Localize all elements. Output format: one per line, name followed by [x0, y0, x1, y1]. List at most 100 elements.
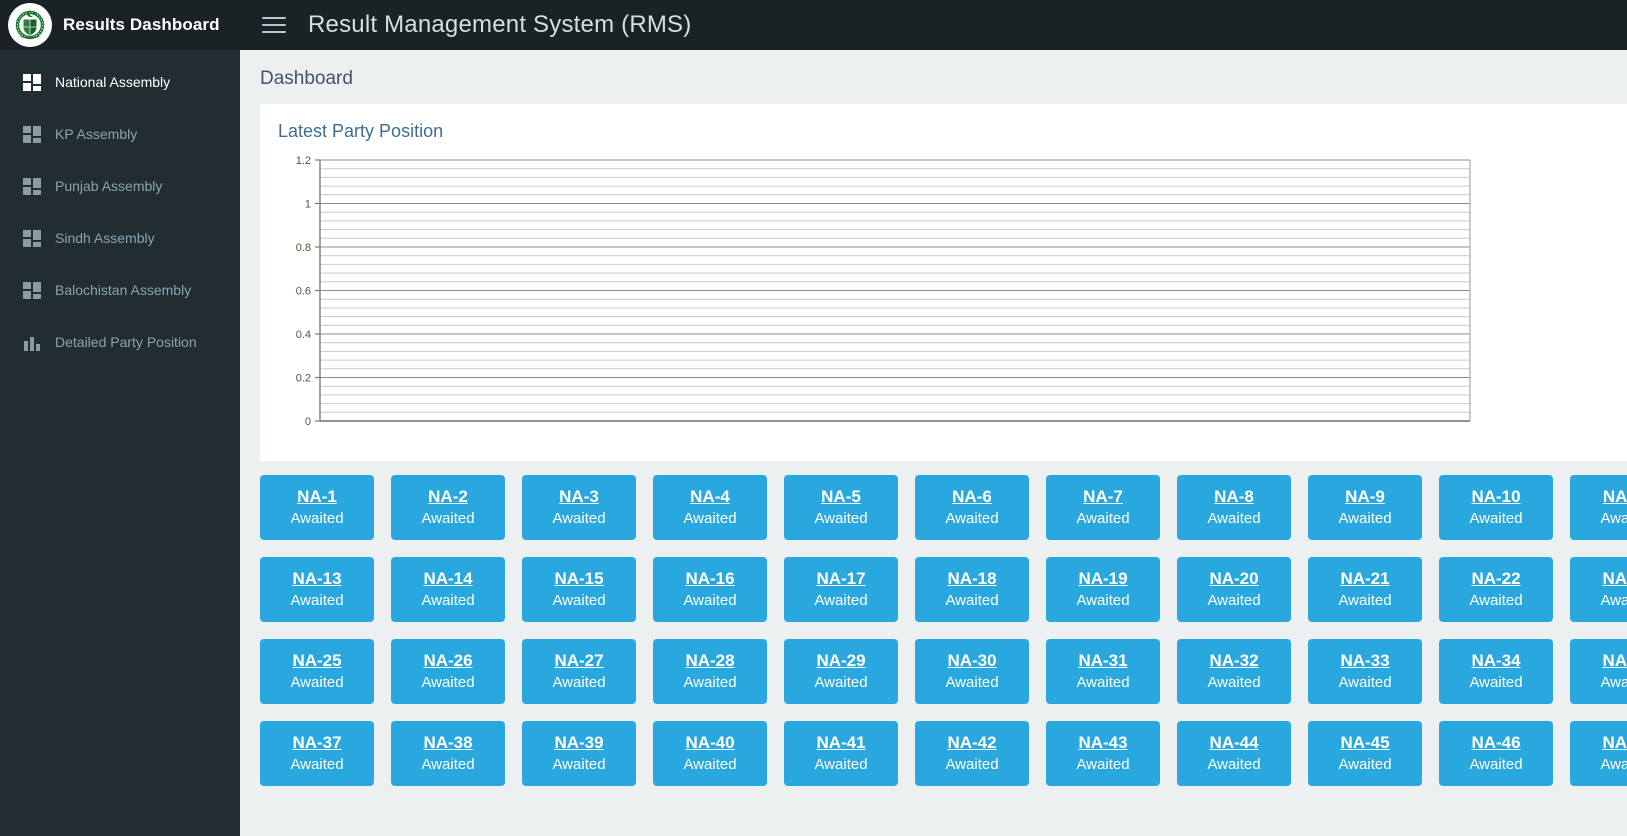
constituency-code-link[interactable]: NA-26 [423, 650, 472, 673]
constituency-card[interactable]: NA-17 Awaited [784, 557, 898, 622]
constituency-card[interactable]: NA-28 Awaited [653, 639, 767, 704]
constituency-card[interactable]: NA-43 Awaited [1046, 721, 1160, 786]
constituency-code-link[interactable]: NA-41 [816, 732, 865, 755]
constituency-card[interactable]: NA-29 Awaited [784, 639, 898, 704]
constituency-code-link[interactable]: NA-39 [554, 732, 603, 755]
constituency-code-link[interactable]: NA-23 [1602, 568, 1627, 591]
constituency-card[interactable]: NA-3 Awaited [522, 475, 636, 540]
constituency-code-link[interactable]: NA-3 [559, 486, 599, 509]
constituency-code-link[interactable]: NA-11 [1603, 486, 1627, 509]
constituency-card[interactable]: NA-1 Awaited [260, 475, 374, 540]
constituency-code-link[interactable]: NA-33 [1340, 650, 1389, 673]
constituency-code-link[interactable]: NA-30 [947, 650, 996, 673]
constituency-card[interactable]: NA-25 Awaited [260, 639, 374, 704]
constituency-code-link[interactable]: NA-16 [685, 568, 734, 591]
constituency-card[interactable]: NA-20 Awaited [1177, 557, 1291, 622]
constituency-card[interactable]: NA-44 Awaited [1177, 721, 1291, 786]
constituency-card[interactable]: NA-33 Awaited [1308, 639, 1422, 704]
constituency-code-link[interactable]: NA-32 [1209, 650, 1258, 673]
constituency-code-link[interactable]: NA-15 [554, 568, 603, 591]
hamburger-icon[interactable] [262, 14, 286, 36]
sidebar-item-punjab-assembly[interactable]: Punjab Assembly [0, 160, 240, 212]
constituency-card[interactable]: NA-39 Awaited [522, 721, 636, 786]
constituency-code-link[interactable]: NA-42 [947, 732, 996, 755]
constituency-card[interactable]: NA-13 Awaited [260, 557, 374, 622]
constituency-card[interactable]: NA-16 Awaited [653, 557, 767, 622]
constituency-card[interactable]: NA-2 Awaited [391, 475, 505, 540]
constituency-card[interactable]: NA-31 Awaited [1046, 639, 1160, 704]
constituency-card[interactable]: NA-6 Awaited [915, 475, 1029, 540]
constituency-card[interactable]: NA-21 Awaited [1308, 557, 1422, 622]
constituency-code-link[interactable]: NA-22 [1471, 568, 1520, 591]
constituency-card[interactable]: NA-18 Awaited [915, 557, 1029, 622]
constituency-card[interactable]: NA-11Awaited [1570, 475, 1627, 540]
constituency-code-link[interactable]: NA-34 [1471, 650, 1520, 673]
constituency-card[interactable]: NA-42 Awaited [915, 721, 1029, 786]
constituency-code-link[interactable]: NA-27 [554, 650, 603, 673]
constituency-code-link[interactable]: NA-38 [423, 732, 472, 755]
constituency-code-link[interactable]: NA-14 [423, 568, 472, 591]
constituency-code-link[interactable]: NA-2 [428, 486, 468, 509]
constituency-card[interactable]: NA-47Awaited [1570, 721, 1627, 786]
sidebar-item-kp-assembly[interactable]: KP Assembly [0, 108, 240, 160]
constituency-card[interactable]: NA-32 Awaited [1177, 639, 1291, 704]
constituency-card[interactable]: NA-22 Awaited [1439, 557, 1553, 622]
constituency-code-link[interactable]: NA-7 [1083, 486, 1123, 509]
constituency-code-link[interactable]: NA-4 [690, 486, 730, 509]
constituency-status: Awaited [1600, 674, 1627, 692]
constituency-status: Awaited [945, 756, 999, 774]
constituency-code-link[interactable]: NA-13 [292, 568, 341, 591]
constituency-card[interactable]: NA-34 Awaited [1439, 639, 1553, 704]
constituency-card[interactable]: NA-27 Awaited [522, 639, 636, 704]
constituency-card[interactable]: NA-45 Awaited [1308, 721, 1422, 786]
constituency-card[interactable]: NA-5 Awaited [784, 475, 898, 540]
constituency-code-link[interactable]: NA-10 [1471, 486, 1520, 509]
constituency-code-link[interactable]: NA-6 [952, 486, 992, 509]
constituency-code-link[interactable]: NA-31 [1078, 650, 1127, 673]
constituency-code-link[interactable]: NA-25 [292, 650, 341, 673]
sidebar-item-detailed-party-position[interactable]: Detailed Party Position [0, 316, 240, 368]
constituency-code-link[interactable]: NA-40 [685, 732, 734, 755]
constituency-code-link[interactable]: NA-43 [1078, 732, 1127, 755]
constituency-code-link[interactable]: NA-21 [1340, 568, 1389, 591]
constituency-code-link[interactable]: NA-1 [297, 486, 337, 509]
constituency-status: Awaited [1338, 510, 1392, 528]
sidebar-item-national-assembly[interactable]: National Assembly [0, 56, 240, 108]
constituency-card[interactable]: NA-14 Awaited [391, 557, 505, 622]
constituency-card[interactable]: NA-7 Awaited [1046, 475, 1160, 540]
constituency-card[interactable]: NA-23Awaited [1570, 557, 1627, 622]
constituency-code-link[interactable]: NA-9 [1345, 486, 1385, 509]
constituency-card[interactable]: NA-30 Awaited [915, 639, 1029, 704]
constituency-card[interactable]: NA-41 Awaited [784, 721, 898, 786]
constituency-code-link[interactable]: NA-18 [947, 568, 996, 591]
constituency-card[interactable]: NA-8 Awaited [1177, 475, 1291, 540]
constituency-card[interactable]: NA-40 Awaited [653, 721, 767, 786]
constituency-code-link[interactable]: NA-37 [292, 732, 341, 755]
constituency-code-link[interactable]: NA-5 [821, 486, 861, 509]
constituency-code-link[interactable]: NA-45 [1340, 732, 1389, 755]
constituency-card[interactable]: NA-35Awaited [1570, 639, 1627, 704]
constituency-card[interactable]: NA-9 Awaited [1308, 475, 1422, 540]
brand-header[interactable]: Results Dashboard [0, 0, 240, 50]
constituency-code-link[interactable]: NA-29 [816, 650, 865, 673]
constituency-code-link[interactable]: NA-47 [1602, 732, 1627, 755]
constituency-code-link[interactable]: NA-35 [1602, 650, 1627, 673]
constituency-card[interactable]: NA-19 Awaited [1046, 557, 1160, 622]
constituency-card[interactable]: NA-10 Awaited [1439, 475, 1553, 540]
constituency-code-link[interactable]: NA-19 [1078, 568, 1127, 591]
constituency-code-link[interactable]: NA-28 [685, 650, 734, 673]
constituency-card[interactable]: NA-46 Awaited [1439, 721, 1553, 786]
sidebar-item-balochistan-assembly[interactable]: Balochistan Assembly [0, 264, 240, 316]
constituency-code-link[interactable]: NA-46 [1471, 732, 1520, 755]
constituency-card[interactable]: NA-26 Awaited [391, 639, 505, 704]
constituency-code-link[interactable]: NA-44 [1209, 732, 1258, 755]
constituency-code-link[interactable]: NA-17 [816, 568, 865, 591]
latest-party-position-panel: Latest Party Position 0 0.2 0.4 0.6 0.8 1 1.2 [260, 104, 1627, 461]
sidebar-item-sindh-assembly[interactable]: Sindh Assembly [0, 212, 240, 264]
constituency-card[interactable]: NA-38 Awaited [391, 721, 505, 786]
constituency-code-link[interactable]: NA-8 [1214, 486, 1254, 509]
constituency-card[interactable]: NA-4 Awaited [653, 475, 767, 540]
constituency-card[interactable]: NA-37 Awaited [260, 721, 374, 786]
constituency-code-link[interactable]: NA-20 [1209, 568, 1258, 591]
constituency-card[interactable]: NA-15 Awaited [522, 557, 636, 622]
